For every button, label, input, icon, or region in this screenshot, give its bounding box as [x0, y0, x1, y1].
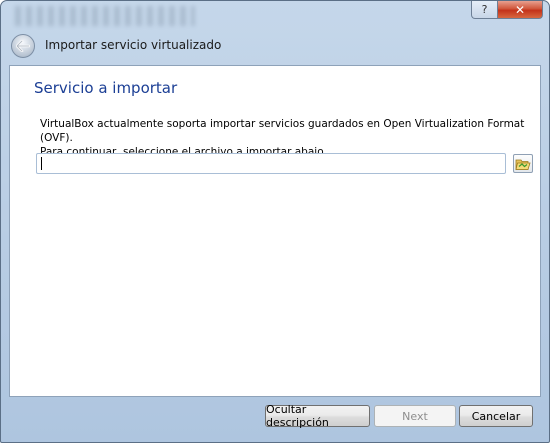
cancel-button[interactable]: Cancelar — [459, 405, 533, 427]
open-folder-icon — [515, 159, 531, 170]
close-button[interactable]: ✕ — [498, 1, 543, 19]
hide-description-button[interactable]: Ocultar descripción — [265, 403, 370, 429]
browse-file-button[interactable] — [513, 154, 533, 173]
back-button[interactable] — [11, 34, 35, 58]
next-button[interactable]: Next — [374, 405, 456, 427]
description-line-1: VirtualBox actualmente soporta importar … — [40, 118, 525, 144]
dialog-window: ? ✕ Importar servicio virtualizado Servi… — [0, 0, 550, 443]
title-bar: ? ✕ — [1, 1, 549, 31]
window-title: Importar servicio virtualizado — [45, 38, 222, 52]
blurred-background-text — [15, 6, 195, 26]
page-title: Servicio a importar — [34, 79, 178, 97]
file-path-input[interactable] — [36, 153, 506, 174]
wizard-page: Servicio a importar VirtualBox actualmen… — [9, 65, 541, 397]
button-bar: Ocultar descripción Next Cancelar — [1, 397, 549, 442]
back-arrow-icon — [16, 40, 30, 52]
help-icon: ? — [481, 3, 488, 16]
caption-buttons: ? ✕ — [471, 1, 543, 19]
close-icon: ✕ — [514, 2, 526, 17]
text-caret — [41, 157, 42, 170]
help-button[interactable]: ? — [471, 1, 498, 19]
